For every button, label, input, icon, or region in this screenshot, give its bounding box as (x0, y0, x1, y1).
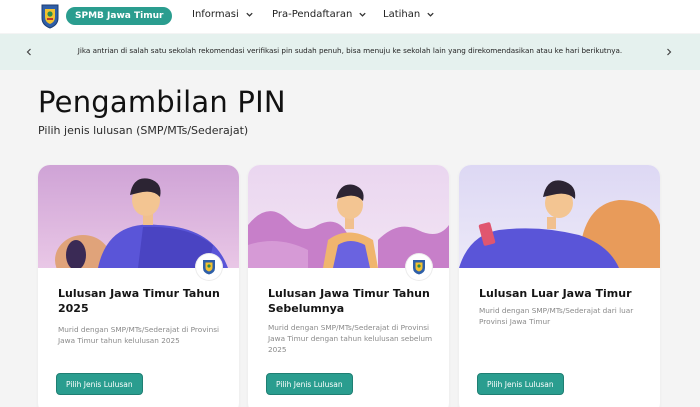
card-lulusan-luar-jatim[interactable]: Lulusan Luar Jawa Timur Murid dengan SMP… (459, 165, 660, 407)
card-description: Murid dengan SMP/MTs/Sederajat dari luar… (479, 306, 634, 326)
jatim-emblem-icon (196, 254, 222, 280)
jatim-emblem-icon (406, 254, 432, 280)
announcement-text: Jika antrian di salah satu sekolah rekom… (77, 46, 623, 55)
nav-pra-pendaftaran[interactable]: Pra-Pendaftaran (272, 9, 367, 20)
chevron-down-icon (427, 12, 434, 17)
card-lulusan-2025[interactable]: Lulusan Jawa Timur Tahun 2025 Murid deng… (38, 165, 239, 407)
card-title: Lulusan Jawa Timur Tahun 2025 (58, 287, 220, 315)
card-lulusan-sebelumnya[interactable]: Lulusan Jawa Timur Tahun Sebelumnya Muri… (248, 165, 449, 407)
chevron-right-icon[interactable] (664, 46, 674, 58)
card-title: Lulusan Jawa Timur Tahun Sebelumnya (268, 287, 430, 315)
chevron-down-icon (359, 12, 366, 17)
pilih-jenis-lulusan-button[interactable]: Pilih Jenis Lulusan (56, 373, 143, 395)
nav-pra-pendaftaran-label: Pra-Pendaftaran (272, 9, 353, 20)
chevron-left-icon[interactable] (24, 46, 34, 58)
top-header: SPMB Jawa Timur Informasi Pra-Pendaftara… (0, 0, 700, 33)
page-title: Pengambilan PIN (38, 85, 286, 119)
nav-latihan-label: Latihan (383, 9, 421, 20)
announcement-banner: Jika antrian di salah satu sekolah rekom… (0, 34, 700, 70)
card-description: Murid dengan SMP/MTs/Sederajat di Provin… (268, 323, 433, 354)
page-subtitle: Pilih jenis lulusan (SMP/MTs/Sederajat) (38, 124, 249, 137)
nav-informasi[interactable]: Informasi (192, 9, 254, 20)
brand-badge[interactable]: SPMB Jawa Timur (66, 7, 173, 25)
student-illustration (38, 165, 239, 268)
student-illustration (248, 165, 449, 268)
card-title: Lulusan Luar Jawa Timur (479, 287, 632, 300)
jatim-logo-icon[interactable] (39, 3, 61, 29)
chevron-down-icon (246, 12, 253, 17)
nav-latihan[interactable]: Latihan (383, 9, 435, 20)
nav-informasi-label: Informasi (192, 9, 239, 20)
card-description: Murid dengan SMP/MTs/Sederajat di Provin… (58, 325, 220, 345)
student-illustration (459, 165, 660, 268)
pilih-jenis-lulusan-button[interactable]: Pilih Jenis Lulusan (477, 373, 564, 395)
pilih-jenis-lulusan-button[interactable]: Pilih Jenis Lulusan (266, 373, 353, 395)
